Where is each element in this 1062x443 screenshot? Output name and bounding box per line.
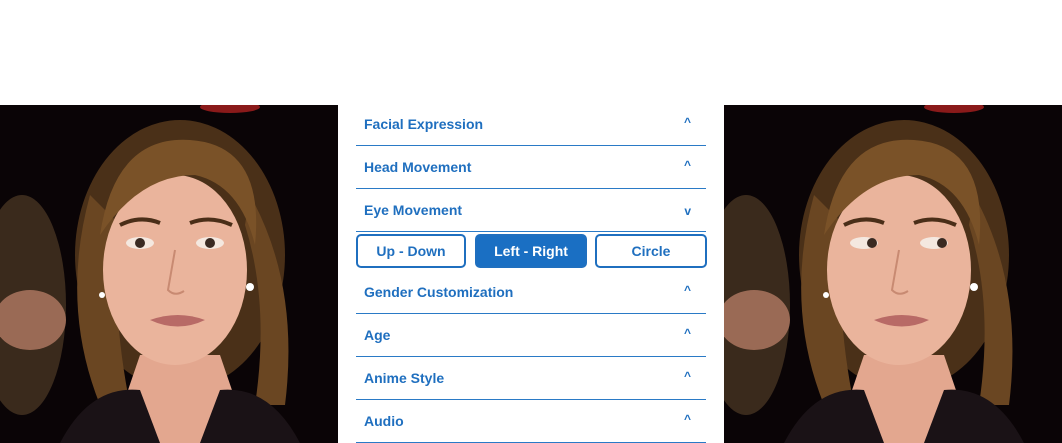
result-photo — [724, 105, 1062, 443]
circle-button[interactable]: Circle — [595, 234, 707, 268]
section-label: Eye Movement — [364, 202, 463, 218]
section-label: Gender Customization — [364, 284, 514, 300]
section-gender-customization[interactable]: Gender Customization ^ — [356, 272, 706, 314]
section-label: Age — [364, 327, 391, 343]
chevron-up-icon: ^ — [683, 369, 691, 383]
chevron-down-icon: v — [684, 204, 691, 218]
chevron-up-icon: ^ — [683, 412, 691, 426]
control-panel: Facial Expression ^ Head Movement ^ Eye … — [356, 104, 707, 443]
portrait-illustration — [0, 105, 338, 443]
portrait-illustration — [724, 105, 1062, 443]
section-label: Audio — [364, 413, 404, 429]
left-right-button[interactable]: Left - Right — [475, 234, 587, 268]
chevron-up-icon: ^ — [683, 283, 691, 297]
chevron-up-icon: ^ — [683, 115, 691, 129]
up-down-button[interactable]: Up - Down — [356, 234, 466, 268]
section-head-movement[interactable]: Head Movement ^ — [356, 147, 706, 189]
section-audio[interactable]: Audio ^ — [356, 401, 706, 443]
section-label: Anime Style — [364, 370, 445, 386]
section-eye-movement[interactable]: Eye Movement v — [356, 190, 706, 232]
source-photo — [0, 105, 338, 443]
eye-movement-options: Up - Down Left - Right Circle — [356, 233, 708, 271]
section-label: Head Movement — [364, 159, 472, 175]
section-facial-expression[interactable]: Facial Expression ^ — [356, 104, 706, 146]
chevron-up-icon: ^ — [683, 158, 691, 172]
section-label: Facial Expression — [364, 116, 484, 132]
section-anime-style[interactable]: Anime Style ^ — [356, 358, 706, 400]
chevron-up-icon: ^ — [683, 326, 691, 340]
section-age[interactable]: Age ^ — [356, 315, 706, 357]
